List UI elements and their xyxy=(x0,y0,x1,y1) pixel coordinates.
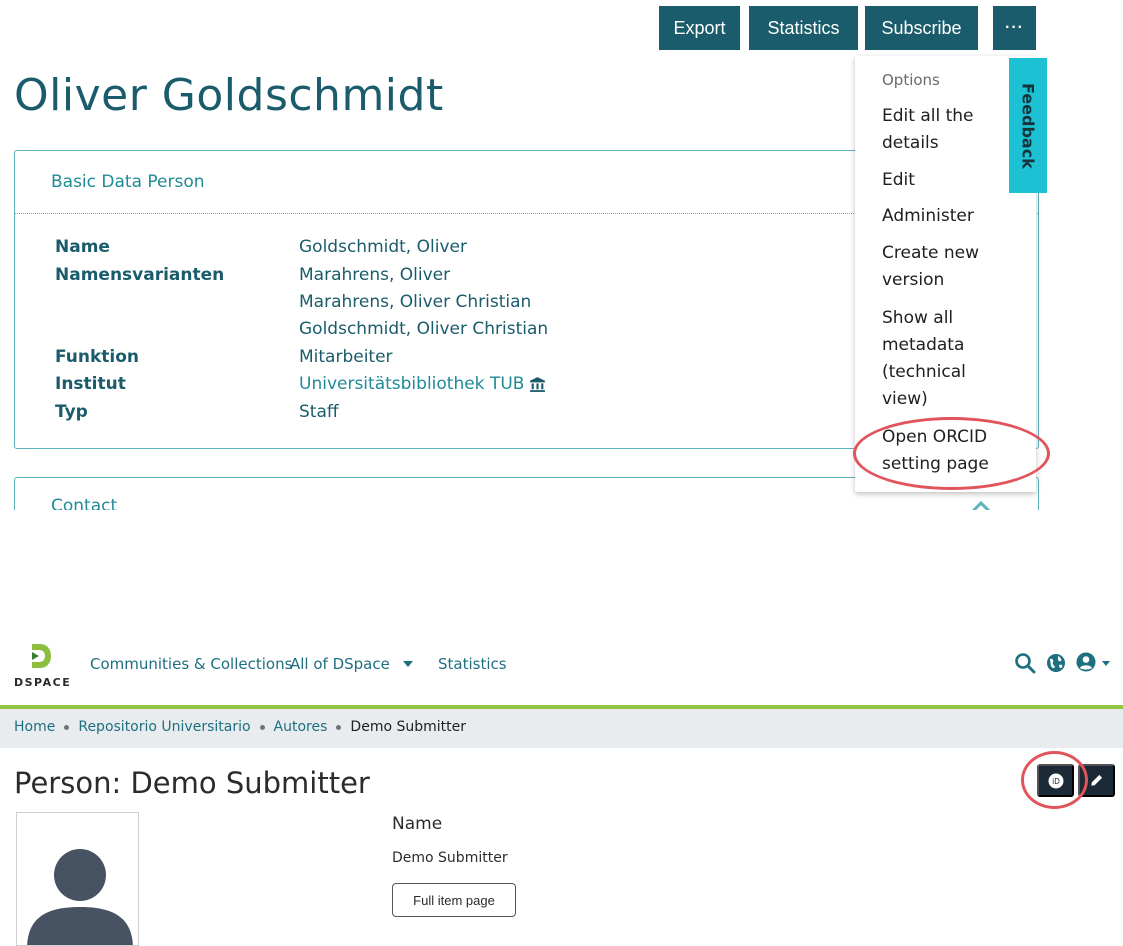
page-title: Oliver Goldschmidt xyxy=(14,70,444,121)
institute-link[interactable]: Universitätsbibliothek TUB xyxy=(299,374,546,394)
page-heading: Person: Demo Submitter xyxy=(14,766,370,800)
full-item-page-button[interactable]: Full item page xyxy=(392,883,516,917)
field-value-name: Goldschmidt, Oliver xyxy=(299,237,467,257)
search-icon[interactable] xyxy=(1014,652,1036,674)
globe-icon[interactable] xyxy=(1046,653,1066,673)
nav-all-of-dspace[interactable]: All of DSpace xyxy=(290,655,390,673)
highlight-circle xyxy=(853,417,1050,490)
nav-statistics[interactable]: Statistics xyxy=(438,655,507,673)
pencil-icon xyxy=(1091,774,1103,786)
field-label-institute: Institut xyxy=(55,374,126,394)
dropdown-header: Options xyxy=(882,71,940,89)
chevron-up-icon[interactable] xyxy=(970,500,992,510)
menu-item-edit-all-details[interactable]: Edit all the details xyxy=(882,103,1012,157)
statistics-button[interactable]: Statistics xyxy=(749,6,858,50)
breadcrumb-authors[interactable]: Autores xyxy=(274,719,328,735)
breadcrumb-repository[interactable]: Repositorio Universitario xyxy=(78,719,250,735)
caret-down-icon[interactable] xyxy=(403,661,413,667)
breadcrumb-bar: Home Repositorio Universitario Autores D… xyxy=(0,709,1123,748)
breadcrumb-separator xyxy=(336,724,342,730)
feedback-label: Feedback xyxy=(1018,82,1038,169)
breadcrumb: Home Repositorio Universitario Autores D… xyxy=(14,719,466,735)
menu-item-administer[interactable]: Administer xyxy=(882,203,1012,230)
highlight-circle xyxy=(1021,751,1088,809)
user-account-icon[interactable] xyxy=(1076,652,1096,672)
breadcrumb-separator xyxy=(259,724,265,730)
field-value-variant: Goldschmidt, Oliver Christian xyxy=(299,319,549,339)
field-label-function: Funktion xyxy=(55,347,140,367)
field-label-name: Name xyxy=(55,237,110,257)
more-options-button[interactable]: ··· xyxy=(993,6,1036,50)
nav-communities-collections[interactable]: Communities & Collections xyxy=(90,655,292,673)
menu-item-edit[interactable]: Edit xyxy=(882,167,1012,194)
field-label-type: Typ xyxy=(55,402,88,422)
breadcrumb-home[interactable]: Home xyxy=(14,719,55,735)
dspace-logo-text: DSPACE xyxy=(14,676,72,689)
field-value-variant: Marahrens, Oliver Christian xyxy=(299,292,532,312)
card-title: Contact xyxy=(51,496,118,510)
caret-down-icon[interactable] xyxy=(1102,661,1110,666)
name-value: Demo Submitter xyxy=(392,850,508,866)
person-placeholder-icon xyxy=(27,849,133,945)
card-title: Basic Data Person xyxy=(51,172,205,192)
field-label-variants: Namensvarianten xyxy=(55,265,225,285)
institution-icon xyxy=(530,376,546,392)
subscribe-button[interactable]: Subscribe xyxy=(865,6,978,50)
export-button[interactable]: Export xyxy=(659,6,740,50)
field-value-type: Staff xyxy=(299,402,339,422)
breadcrumb-separator xyxy=(64,724,70,730)
field-value-function: Mitarbeiter xyxy=(299,347,393,367)
breadcrumb-current: Demo Submitter xyxy=(350,719,466,735)
person-thumbnail xyxy=(16,812,139,946)
menu-item-create-new-version[interactable]: Create new version xyxy=(882,240,1012,294)
top-panel: Export Statistics Subscribe ··· Oliver G… xyxy=(0,0,1123,510)
feedback-tab[interactable]: Feedback xyxy=(1009,58,1047,193)
field-value-variant: Marahrens, Oliver xyxy=(299,265,451,285)
bottom-panel: DSPACE Communities & Collections All of … xyxy=(0,610,1123,946)
institute-link-label: Universitätsbibliothek TUB xyxy=(299,374,525,394)
menu-item-show-all-metadata[interactable]: Show all metadata (technical view) xyxy=(882,305,1012,413)
name-label: Name xyxy=(392,814,443,834)
